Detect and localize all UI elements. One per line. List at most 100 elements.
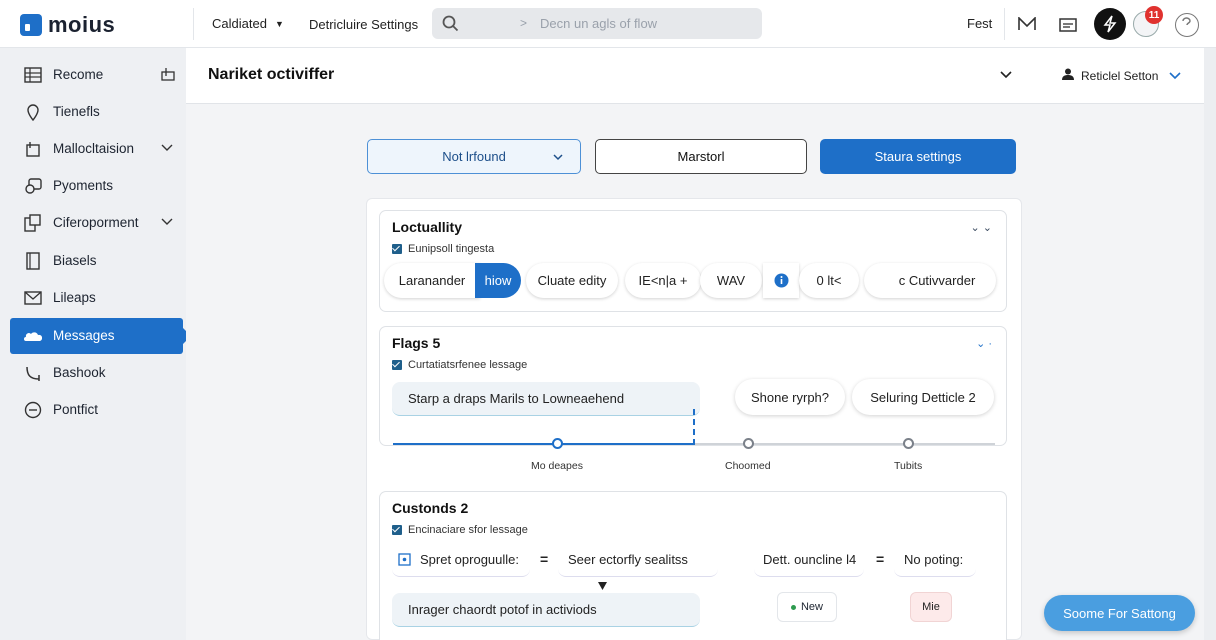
dett-field[interactable]: Dett. ouncline l4 xyxy=(754,543,864,577)
search-bar[interactable]: > Decn un agls of flow xyxy=(432,8,762,39)
topbar-right-text[interactable]: Fest xyxy=(967,16,992,31)
caret-down-icon: ▼ xyxy=(274,18,284,29)
chip-olt[interactable]: 0 lt< xyxy=(799,263,859,298)
search-icon[interactable] xyxy=(442,15,459,35)
sidebar-item-biasels[interactable]: Biasels xyxy=(10,243,183,279)
sidebar-item-label: Mallocltaision xyxy=(53,141,135,156)
sidebar-item-label: Pyoments xyxy=(53,178,114,193)
sidebar-item-label: Pontfict xyxy=(53,402,99,417)
search-input[interactable]: Decn un agls of flow xyxy=(540,16,657,31)
grid-icon xyxy=(24,67,42,83)
user-icon xyxy=(1062,68,1074,80)
step-label: Choomed xyxy=(725,460,771,472)
chevron-down-icon[interactable] xyxy=(1168,69,1182,83)
expand-icon[interactable]: ⌄ ⌄ xyxy=(971,221,993,234)
not-found-dropdown[interactable]: Not lrfound xyxy=(367,139,581,174)
sidebar: Recome Tienefls Mallocltaision Pyoments … xyxy=(0,48,191,640)
chevron-down-icon[interactable] xyxy=(160,214,174,228)
page-header: Nariket octiviffer Reticlel Setton xyxy=(186,48,1204,104)
chip-cutivvarder[interactable]: c Cutivvarder xyxy=(864,263,996,298)
settings-link[interactable]: Detricluire Settings xyxy=(309,17,418,32)
sidebar-item-label: Tienefls xyxy=(53,104,100,119)
new-tag[interactable]: New xyxy=(777,592,837,622)
help-icon[interactable] xyxy=(1175,13,1199,37)
logo-mark-icon xyxy=(20,14,42,36)
step-dot[interactable] xyxy=(743,438,754,449)
checkbox-checked-icon[interactable] xyxy=(392,525,402,535)
mail-icon[interactable] xyxy=(1013,10,1041,38)
chip-shone-ryrph[interactable]: Shone ryrph? xyxy=(735,379,845,415)
app-logo[interactable]: moius xyxy=(20,12,115,38)
flags-checkbox[interactable]: Curtatiatsrfenee lessage xyxy=(392,359,527,371)
progress-fill xyxy=(393,443,694,445)
spret-field[interactable]: Spret oproguulle: xyxy=(392,543,530,577)
sidebar-item-pyoments[interactable]: Pyoments xyxy=(10,168,183,204)
workspace-dropdown-label: Caldiated xyxy=(212,16,267,31)
settings-panel: Loctuallity ⌄ ⌄ Eunipsoll tingesta Laran… xyxy=(366,198,1022,640)
sidebar-item-label: Lileaps xyxy=(53,290,96,305)
user-name[interactable]: Reticlel Setton xyxy=(1081,69,1158,83)
sidebar-item-pontfict[interactable]: Pontfict xyxy=(10,392,183,428)
chip-wav[interactable]: WAV xyxy=(700,263,762,298)
chip-ienia[interactable]: IE<n|a + xyxy=(625,263,701,298)
app-name: moius xyxy=(48,12,116,37)
seer-field[interactable]: Seer ectorfly sealitss xyxy=(558,543,718,577)
edit-box-icon xyxy=(398,553,411,566)
sidebar-item-tienefls[interactable]: Tienefls xyxy=(10,94,183,130)
staura-settings-button[interactable]: Staura settings xyxy=(820,139,1016,174)
collapse-icon[interactable] xyxy=(160,66,176,82)
locality-checkbox[interactable]: Eunipsoll tingesta xyxy=(392,243,494,255)
customs-section: Custonds 2 Encinaciare sfor lessage Spre… xyxy=(379,491,1007,640)
info-toggle[interactable] xyxy=(763,263,799,298)
sidebar-item-bashook[interactable]: Bashook xyxy=(10,355,183,391)
checkbox-checked-icon[interactable] xyxy=(392,244,402,254)
sidebar-item-label: Biasels xyxy=(53,253,97,268)
sidebar-item-recome[interactable]: Recome xyxy=(10,57,183,93)
mail-icon xyxy=(24,291,42,305)
main-content: Nariket octiviffer Reticlel Setton Not l… xyxy=(186,48,1204,640)
chevron-down-icon[interactable] xyxy=(998,67,1014,83)
no-poting-field[interactable]: No poting: xyxy=(894,543,976,577)
divider xyxy=(1004,8,1005,40)
chip-laranander[interactable]: Laranander xyxy=(384,263,480,298)
chip-hiow[interactable]: hiow xyxy=(475,263,521,298)
new-tag-label: New xyxy=(800,601,823,613)
expand-icon[interactable]: ⌄ · xyxy=(976,337,992,350)
inrager-input[interactable]: Inrager chaordt potof in activiods xyxy=(392,593,700,627)
sidebar-item-mallocltaision[interactable]: Mallocltaision xyxy=(10,131,183,167)
step-dot[interactable] xyxy=(552,438,563,449)
step-label: Tubits xyxy=(894,460,923,472)
workspace-dropdown[interactable]: Caldiated ▼ xyxy=(212,16,284,31)
folder-icon[interactable] xyxy=(1054,10,1082,38)
step-dot[interactable] xyxy=(903,438,914,449)
marstorl-button[interactable]: Marstorl xyxy=(595,139,807,174)
divider xyxy=(193,8,194,40)
sidebar-item-lileaps[interactable]: Lileaps xyxy=(10,280,183,316)
hook-icon xyxy=(26,366,40,381)
chevron-right-icon: > xyxy=(520,16,528,30)
mie-tag[interactable]: Mie xyxy=(910,592,952,622)
spret-field-label: Spret oproguulle: xyxy=(420,552,520,567)
sidebar-item-messages[interactable]: Messages xyxy=(10,318,191,354)
minus-circle-icon xyxy=(24,401,42,419)
doc-icon xyxy=(26,252,40,270)
status-dot-icon xyxy=(790,604,796,610)
sidebar-item-ciferoporment[interactable]: Ciferoporment xyxy=(10,205,183,241)
sidebar-item-label: Recome xyxy=(53,67,104,82)
arrow-down-icon xyxy=(598,582,607,590)
not-found-dropdown-label: Not lrfound xyxy=(442,149,506,164)
cloud-icon xyxy=(24,332,42,341)
info-icon xyxy=(774,273,788,288)
flags-input[interactable]: Starp a draps Marils to Lowneaehend xyxy=(392,382,700,416)
chip-seluring-detticle[interactable]: Seluring Detticle 2 xyxy=(852,379,994,415)
chip-cluate-edity[interactable]: Cluate edity xyxy=(526,263,618,298)
checkbox-label: Eunipsoll tingesta xyxy=(408,243,495,255)
locality-section: Loctuallity ⌄ ⌄ Eunipsoll tingesta Laran… xyxy=(379,210,1007,312)
floating-action-button[interactable]: Soome For Sattong xyxy=(1044,595,1195,631)
checkbox-checked-icon[interactable] xyxy=(392,360,402,370)
bolt-icon[interactable] xyxy=(1094,8,1126,40)
sidebar-item-label: Messages xyxy=(53,328,115,343)
pin-icon xyxy=(27,104,39,121)
customs-checkbox[interactable]: Encinaciare sfor lessage xyxy=(392,524,528,536)
chevron-down-icon[interactable] xyxy=(160,140,174,154)
